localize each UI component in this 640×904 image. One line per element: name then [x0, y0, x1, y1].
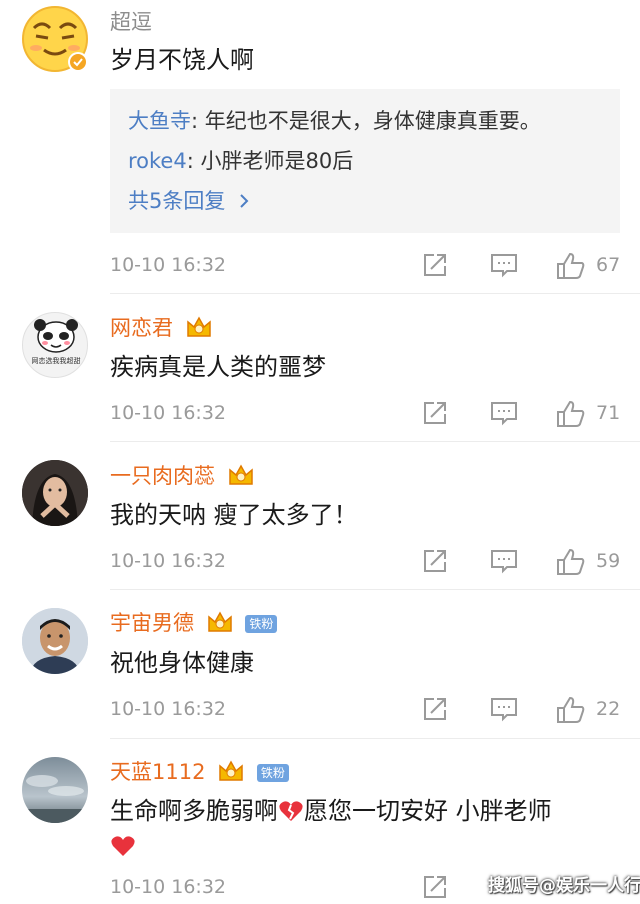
more-replies-link[interactable]: 共5条回复	[128, 188, 250, 214]
comment-meta: 10-10 16:32 22	[110, 694, 640, 724]
comment-button[interactable]	[490, 400, 518, 430]
timestamp: 10-10 16:32	[110, 402, 227, 424]
share-icon	[424, 550, 446, 572]
username[interactable]: 天蓝1112 铁粉	[110, 759, 289, 785]
reply-text: : 小胖老师是80后	[186, 149, 354, 173]
comment-meta: 10-10 16:32 67	[110, 250, 640, 280]
thumbs-up-icon	[557, 548, 585, 575]
username-label: 一只肉肉蕊	[110, 464, 215, 488]
thumbs-up-icon	[557, 400, 585, 427]
username[interactable]: 网恋君	[110, 315, 212, 341]
user-photo-icon	[22, 460, 88, 526]
reply-text: : 年纪也不是很大，身体健康真重要。	[191, 109, 541, 133]
comment-text: 生命啊多脆弱啊 愿您一切安好 小胖老师	[110, 796, 552, 826]
comment-text: 祝他身体健康	[110, 649, 254, 677]
comment-text: 疾病真是人类的噩梦	[110, 353, 326, 381]
reply-username[interactable]: 大鱼寺	[128, 109, 191, 133]
like-button[interactable]	[556, 400, 586, 432]
crown-icon	[228, 464, 253, 485]
more-replies-label: 共5条回复	[128, 189, 226, 213]
watermark: 搜狐号@娱乐一人行	[488, 876, 640, 896]
crown-icon	[207, 611, 232, 632]
comment-button[interactable]	[490, 252, 518, 282]
avatar[interactable]	[22, 6, 88, 72]
like-button[interactable]	[556, 548, 586, 580]
comment-text-part2: 愿您一切安好 小胖老师	[304, 797, 552, 825]
comment-item: 宇宙男德 铁粉 祝他身体健康 10-10 16:32 22	[0, 590, 640, 738]
username-label: 网恋君	[110, 316, 173, 340]
share-button[interactable]	[422, 874, 448, 904]
like-count: 71	[596, 402, 621, 424]
timestamp: 10-10 16:32	[110, 698, 227, 720]
reply-item: 大鱼寺: 年纪也不是很大，身体健康真重要。	[128, 108, 541, 134]
comment-icon	[491, 698, 517, 722]
username-label: 天蓝1112	[110, 760, 206, 784]
avatar[interactable]	[22, 757, 88, 823]
username[interactable]: 宇宙男德 铁粉	[110, 610, 278, 636]
share-icon	[424, 876, 446, 898]
crown-icon	[219, 760, 243, 781]
comment-icon	[491, 254, 517, 278]
share-icon	[424, 402, 446, 424]
chevron-right-icon	[240, 194, 249, 208]
share-icon	[424, 254, 446, 276]
username[interactable]: 一只肉肉蕊	[110, 463, 254, 489]
timestamp: 10-10 16:32	[110, 550, 227, 572]
like-button[interactable]	[556, 696, 586, 728]
like-count: 22	[596, 698, 621, 720]
share-button[interactable]	[422, 548, 448, 578]
comment-button[interactable]	[490, 696, 518, 726]
comment-text: 我的天呐 瘦了太多了！	[110, 501, 358, 529]
comment-item: 网恋选我我超甜 网恋君 疾病真是人类的噩梦 10-10 16:32 71	[0, 294, 640, 441]
comment-meta: 10-10 16:32 59	[110, 546, 640, 576]
timestamp: 10-10 16:32	[110, 876, 227, 898]
comment-button[interactable]	[490, 548, 518, 578]
red-heart-icon	[111, 836, 135, 856]
reply-username[interactable]: roke4	[128, 149, 187, 173]
sky-photo-icon	[22, 757, 88, 823]
comment-text-line2	[110, 831, 136, 861]
fan-badge: 铁粉	[256, 764, 289, 782]
laughing-emoji-icon	[22, 6, 88, 72]
reply-preview-box[interactable]: 大鱼寺: 年纪也不是很大，身体健康真重要。 roke4: 小胖老师是80后 共5…	[110, 89, 620, 233]
share-button[interactable]	[422, 400, 448, 430]
comment-text-part1: 生命啊多脆弱啊	[110, 797, 278, 825]
comment-icon	[491, 550, 517, 574]
user-photo-icon	[22, 608, 88, 674]
comment-meta: 10-10 16:32 71	[110, 398, 640, 428]
comment-item: 超逗 岁月不饶人啊 大鱼寺: 年纪也不是很大，身体健康真重要。 roke4: 小…	[0, 0, 640, 293]
like-count: 67	[596, 254, 621, 276]
avatar[interactable]	[22, 460, 88, 526]
like-count: 59	[596, 550, 621, 572]
fan-badge: 铁粉	[245, 615, 278, 633]
like-button[interactable]	[556, 252, 586, 284]
timestamp: 10-10 16:32	[110, 254, 227, 276]
thumbs-up-icon	[557, 696, 585, 723]
comment-icon	[491, 402, 517, 426]
username-label: 宇宙男德	[110, 611, 194, 635]
share-button[interactable]	[422, 696, 448, 726]
share-button[interactable]	[422, 252, 448, 282]
reply-item: roke4: 小胖老师是80后	[128, 148, 353, 174]
avatar[interactable]: 网恋选我我超甜	[22, 312, 88, 378]
thumbs-up-icon	[557, 252, 585, 279]
comment-item: 一只肉肉蕊 我的天呐 瘦了太多了！ 10-10 16:32 59	[0, 442, 640, 589]
broken-heart-icon	[279, 801, 303, 821]
crown-icon	[186, 316, 211, 337]
share-icon	[424, 698, 446, 720]
avatar[interactable]	[22, 608, 88, 674]
username[interactable]: 超逗	[110, 9, 152, 35]
comment-text: 岁月不饶人啊	[110, 46, 254, 74]
panda-meme-icon: 网恋选我我超甜	[32, 319, 81, 365]
avatar-caption: 网恋选我我超甜	[32, 356, 81, 365]
